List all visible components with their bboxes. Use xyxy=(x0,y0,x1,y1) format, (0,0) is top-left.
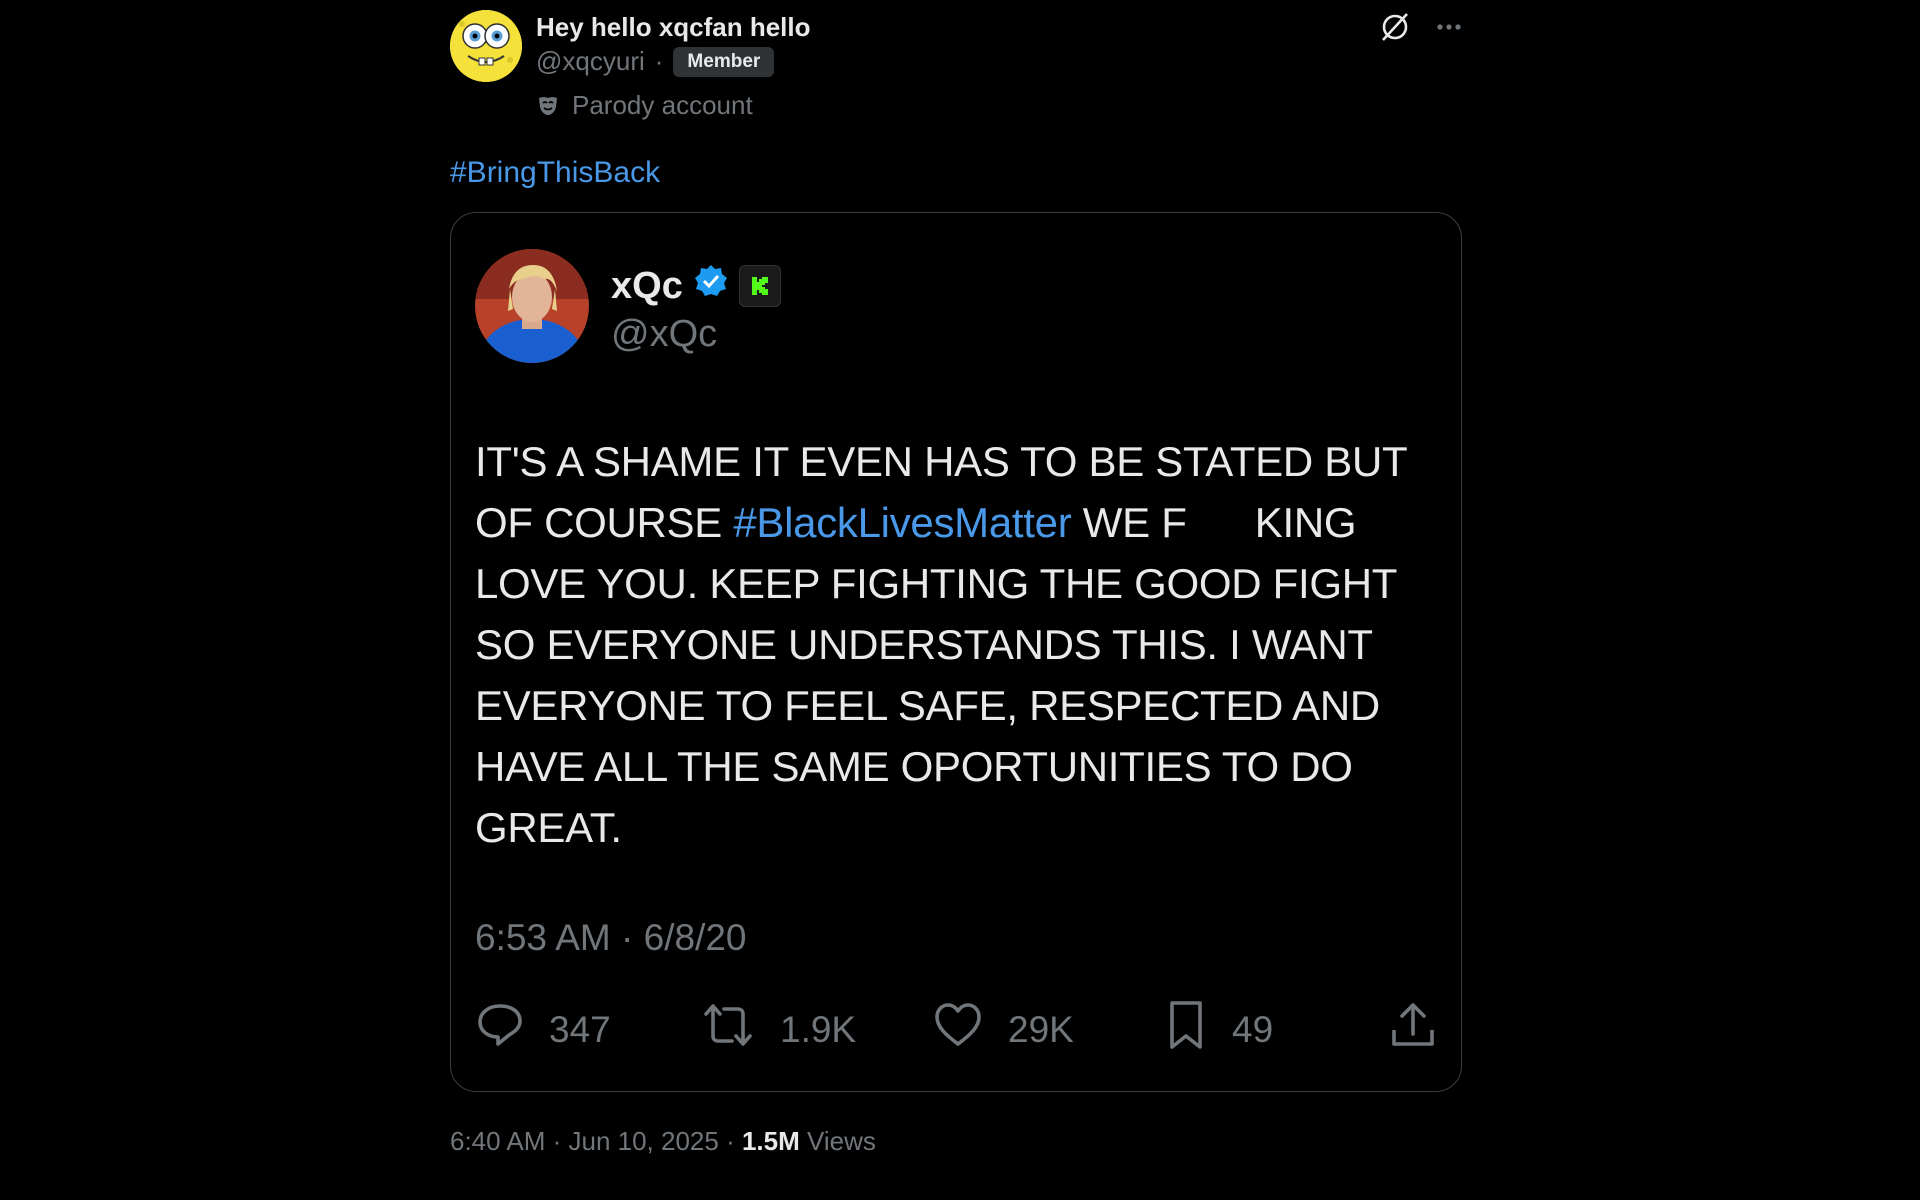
tweet-time[interactable]: 6:40 AM · Jun 10, 2025 · xyxy=(450,1126,742,1156)
reply-count: 347 xyxy=(549,1008,611,1050)
bookmark-count: 49 xyxy=(1232,1008,1274,1050)
like-count: 29K xyxy=(1008,1008,1074,1050)
reply-icon xyxy=(475,1000,525,1059)
quoted-hashtag-link[interactable]: #BlackLivesMatter xyxy=(733,499,1071,546)
hashtag-link[interactable]: #BringThisBack xyxy=(450,156,1464,190)
bookmark-button[interactable]: 49 xyxy=(1164,999,1384,1060)
quoted-tweet-text: IT'S A SHAME IT EVEN HAS TO BE STATED BU… xyxy=(475,431,1435,858)
reply-button[interactable]: 347 xyxy=(475,1000,700,1059)
separator: · xyxy=(654,46,664,76)
author-handle-line: @xqcyuri · Member xyxy=(536,46,775,77)
quoted-author-avatar[interactable] xyxy=(475,249,589,363)
quoted-author-name-line: xQc xyxy=(611,263,781,309)
more-icon[interactable] xyxy=(1434,12,1464,47)
retweet-count: 1.9K xyxy=(780,1008,857,1050)
views-count: 1.5M xyxy=(741,1126,800,1156)
author-avatar[interactable] xyxy=(450,10,522,82)
quoted-timestamp[interactable]: 6:53 AM · 6/8/20 xyxy=(475,917,747,959)
share-icon xyxy=(1389,1000,1437,1059)
parody-label: Parody account xyxy=(572,90,753,120)
quoted-author-handle[interactable]: @xQc xyxy=(611,313,717,356)
quoted-author-name[interactable]: xQc xyxy=(611,265,683,308)
tweet-header: Hey hello xqcfan hello @xqcyuri · Member… xyxy=(450,0,1464,130)
member-badge[interactable]: Member xyxy=(673,46,775,77)
quoted-text-after: WE F KING LOVE YOU. KEEP FIGHTING THE GO… xyxy=(475,499,1397,851)
parody-label-line: Parody account xyxy=(536,90,753,121)
grok-icon[interactable] xyxy=(1378,10,1412,49)
share-button[interactable] xyxy=(1389,1000,1437,1059)
quoted-action-bar: 347 1.9K 29K 49 xyxy=(475,999,1437,1060)
retweet-icon xyxy=(700,1000,756,1059)
verified-icon[interactable] xyxy=(693,263,729,309)
author-display-name[interactable]: Hey hello xqcfan hello xyxy=(536,12,811,43)
retweet-button[interactable]: 1.9K xyxy=(700,1000,932,1059)
tweet-top-actions xyxy=(1378,10,1464,49)
parody-mask-icon xyxy=(536,94,560,118)
views-label: Views xyxy=(799,1126,876,1156)
like-button[interactable]: 29K xyxy=(932,1000,1164,1059)
like-icon xyxy=(932,1000,984,1059)
tweet: Hey hello xqcfan hello @xqcyuri · Member… xyxy=(450,0,1464,1157)
kick-icon[interactable] xyxy=(738,265,781,307)
quoted-tweet-card[interactable]: xQc @xQc IT'S A SHAME IT EVEN HAS TO BE … xyxy=(450,212,1462,1092)
author-handle[interactable]: @xqcyuri xyxy=(536,46,645,77)
bookmark-icon xyxy=(1164,999,1208,1060)
tweet-meta: 6:40 AM · Jun 10, 2025 · 1.5M Views xyxy=(450,1126,1464,1157)
